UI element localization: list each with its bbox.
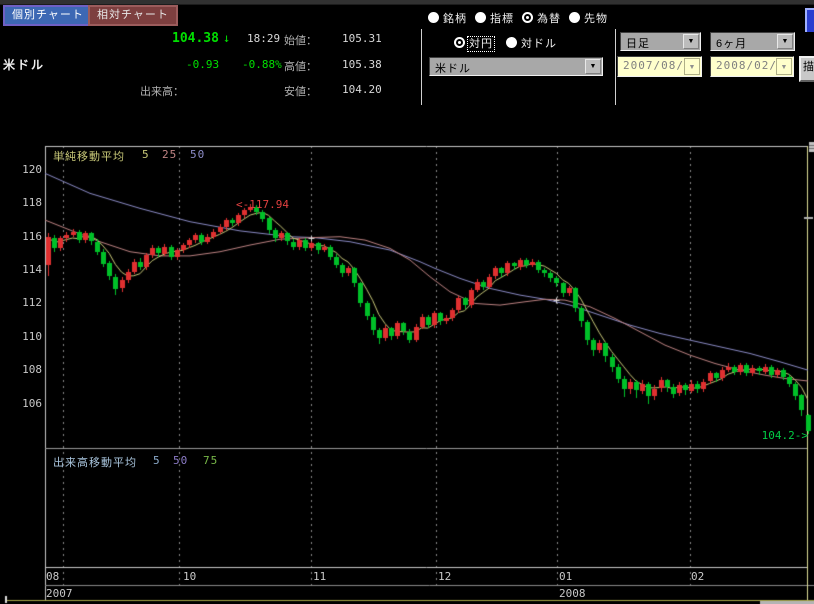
- x-axis-year-label: 2007: [46, 587, 73, 600]
- currency-select-value: 米ドル: [435, 60, 471, 76]
- date-to-select[interactable]: 2008/02/29 ▼: [710, 56, 794, 77]
- radio-label: 指標: [490, 13, 514, 25]
- quote-time: 18:29: [247, 32, 280, 45]
- ma-period-label: 50: [190, 148, 205, 161]
- open-label: 始値：: [284, 32, 317, 48]
- period-select-value: 日足: [626, 35, 650, 51]
- x-axis-month-label: 11: [313, 570, 326, 583]
- radio-icon[interactable]: [475, 12, 486, 23]
- radio-label: 為替: [537, 13, 561, 25]
- ma-period-label: 25: [162, 148, 177, 161]
- y-axis-tick: 116: [0, 230, 42, 243]
- x-axis-month-label: 01: [559, 570, 572, 583]
- radio-label: 先物: [584, 13, 608, 25]
- instrument-name: 米ドル: [3, 56, 45, 73]
- ma-period-label: 50: [173, 454, 188, 467]
- radio-label: 対ドル: [521, 38, 557, 50]
- date-from-select[interactable]: 2007/08/29 ▼: [617, 56, 702, 77]
- change-value: -0.93: [186, 58, 219, 71]
- fx-chart-app: 個別チャート 相対チャート 米ドル 104.38 ↓ 18:29 始値： 105…: [0, 0, 814, 604]
- last-price: 104.38: [172, 31, 219, 46]
- radio-label: 銘柄: [443, 13, 467, 25]
- y-axis-tick: 106: [0, 397, 42, 410]
- last-price-annotation: 104.2->: [744, 429, 808, 442]
- partial-button[interactable]: [805, 8, 814, 32]
- y-axis-tick: 114: [0, 263, 42, 276]
- radio-futures[interactable]: 先物: [569, 9, 608, 22]
- open-value: 105.31: [342, 32, 382, 45]
- radio-label: 対円: [469, 38, 493, 50]
- down-arrow-icon: ↓: [223, 31, 230, 45]
- volume-ma-legend-title: 出来高移動平均: [53, 454, 137, 470]
- tab-individual-chart[interactable]: 個別チャート: [3, 5, 93, 26]
- radio-forex[interactable]: 為替: [522, 9, 561, 22]
- dropdown-arrow-icon[interactable]: ▼: [683, 34, 699, 49]
- dropdown-arrow-icon[interactable]: ▼: [585, 59, 601, 74]
- radio-icon[interactable]: [428, 12, 439, 23]
- header-divider: [421, 29, 422, 105]
- low-label: 安値：: [284, 83, 317, 99]
- x-axis-year-label: 2008: [559, 587, 586, 600]
- x-axis-month-label: 02: [691, 570, 704, 583]
- y-axis-tick: 118: [0, 196, 42, 209]
- y-axis-tick: 112: [0, 296, 42, 309]
- x-axis-month-label: 08: [46, 570, 59, 583]
- tab-relative-chart[interactable]: 相対チャート: [88, 5, 178, 26]
- radio-indicator[interactable]: 指標: [475, 9, 514, 22]
- price-ma-legend: 単純移動平均 5 25 50: [0, 148, 400, 162]
- ma-period-label: 5: [142, 148, 150, 161]
- peak-price-annotation: <-117.94: [236, 198, 289, 211]
- volume-ma-legend: 出来高移動平均 5 50 75: [0, 454, 400, 468]
- radio-vs-dollar[interactable]: 対ドル: [506, 34, 557, 47]
- radio-symbol[interactable]: 銘柄: [428, 9, 467, 22]
- y-axis-tick: 120: [0, 163, 42, 176]
- dropdown-arrow-icon[interactable]: ▼: [777, 34, 793, 49]
- x-axis-month-label: 12: [438, 570, 451, 583]
- y-axis-tick: 110: [0, 330, 42, 343]
- dropdown-arrow-icon[interactable]: ▼: [776, 58, 792, 75]
- x-axis-month-label: 10: [183, 570, 196, 583]
- change-percent: -0.88%: [242, 58, 282, 71]
- ma-period-label: 75: [203, 454, 218, 467]
- range-select-value: 6ヶ月: [716, 35, 747, 51]
- period-select[interactable]: 日足 ▼: [620, 32, 701, 51]
- candlestick-chart-canvas[interactable]: [0, 140, 814, 604]
- dropdown-arrow-icon[interactable]: ▼: [684, 58, 700, 75]
- radio-icon[interactable]: [569, 12, 580, 23]
- price-ma-legend-title: 単純移動平均: [53, 148, 125, 164]
- y-axis-tick: 108: [0, 363, 42, 376]
- range-select[interactable]: 6ヶ月 ▼: [710, 32, 795, 51]
- high-value: 105.38: [342, 58, 382, 71]
- radio-selected-icon[interactable]: [454, 37, 465, 48]
- chart-area: 単純移動平均 5 25 50 出来高移動平均 5 50 75 <-117.94 104.…: [0, 140, 814, 604]
- radio-icon[interactable]: [506, 37, 517, 48]
- volume-label: 出来高：: [140, 83, 184, 99]
- low-value: 104.20: [342, 83, 382, 96]
- currency-select[interactable]: 米ドル ▼: [429, 57, 603, 76]
- high-label: 高値：: [284, 58, 317, 74]
- header-divider: [615, 29, 616, 105]
- draw-button[interactable]: 描: [799, 56, 814, 82]
- radio-vs-yen[interactable]: 対円: [454, 34, 493, 47]
- radio-selected-icon[interactable]: [522, 12, 533, 23]
- ma-period-label: 5: [153, 454, 161, 467]
